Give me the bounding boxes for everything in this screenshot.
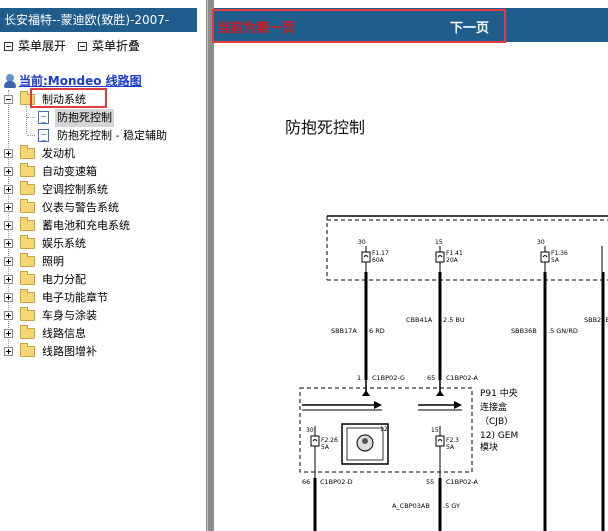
- expand-node-icon[interactable]: [4, 275, 13, 284]
- expand-icon: [4, 42, 13, 51]
- svg-text:12) GEM: 12) GEM: [480, 431, 518, 441]
- tree-folder-brake[interactable]: 制动系统: [4, 91, 204, 109]
- svg-text:66: 66: [302, 478, 310, 486]
- folder-icon: [20, 163, 35, 177]
- svg-text:SBB17A: SBB17A: [331, 327, 357, 335]
- pane-splitter[interactable]: [206, 0, 214, 531]
- collapse-node-icon[interactable]: [4, 95, 13, 104]
- folder-icon: [20, 145, 35, 159]
- fuse-f1-17: 30 F1.17 60A: [358, 239, 389, 272]
- fuse-f2-26: 30 F2.26 5A: [306, 426, 338, 478]
- folder-icon: [20, 325, 35, 339]
- collapse-icon: [78, 42, 87, 51]
- svg-text:.5 GY: .5 GY: [443, 502, 460, 510]
- svg-text:SBB36B: SBB36B: [511, 327, 537, 335]
- svg-text:A_CBP03AB: A_CBP03AB: [392, 502, 430, 510]
- document-icon: [38, 129, 49, 142]
- svg-text:SBB25B: SBB25B: [584, 316, 608, 324]
- fuse-f2-3: 15 F2.3 5A: [431, 426, 459, 478]
- svg-text:65: 65: [427, 374, 435, 382]
- svg-text:5A: 5A: [321, 444, 330, 451]
- user-icon: [4, 74, 16, 88]
- tree-toolbar: 菜单展开 菜单折叠: [0, 36, 200, 56]
- svg-text:15: 15: [435, 239, 443, 246]
- document-icon: [38, 111, 49, 124]
- svg-text:30: 30: [358, 239, 366, 246]
- svg-text:12: 12: [380, 426, 388, 433]
- svg-text:C1BP02-G: C1BP02-G: [372, 374, 405, 382]
- svg-text:模块: 模块: [480, 441, 498, 453]
- tree-item-abs-stability[interactable]: 防抱死控制 - 稳定辅助: [4, 127, 204, 145]
- svg-text:P91 中央: P91 中央: [480, 387, 518, 399]
- folder-icon: [20, 289, 35, 303]
- expand-menu-button[interactable]: 菜单展开: [4, 38, 66, 54]
- svg-text:30: 30: [306, 427, 314, 434]
- svg-text:C1BP02-D: C1BP02-D: [320, 478, 353, 486]
- folder-icon: [20, 217, 35, 231]
- wiring-diagram: 30 F1.17 60A 15 F1.41 20A 30 F1.36 5A SB…: [299, 215, 608, 531]
- folder-icon: [20, 181, 35, 195]
- svg-text:5A: 5A: [446, 444, 455, 451]
- svg-text:20A: 20A: [446, 257, 459, 264]
- svg-text:5A: 5A: [551, 257, 560, 264]
- expand-node-icon[interactable]: [4, 221, 13, 230]
- expand-node-icon[interactable]: [4, 257, 13, 266]
- svg-text:F1.17: F1.17: [372, 250, 389, 257]
- content-pane: 当前为第一页 下一页 防抱死控制 30 F1.17 60A 15 F1.41 2…: [214, 0, 608, 531]
- tree-item-abs[interactable]: 防抱死控制: [4, 109, 204, 127]
- svg-text:1: 1: [357, 374, 361, 382]
- svg-text:F2.3: F2.3: [446, 437, 459, 444]
- expand-node-icon[interactable]: [4, 149, 13, 158]
- svg-text:F1.36: F1.36: [551, 250, 568, 257]
- collapse-menu-button[interactable]: 菜单折叠: [78, 38, 140, 54]
- svg-text:6 RD: 6 RD: [369, 327, 385, 335]
- svg-text:55: 55: [426, 478, 434, 486]
- svg-text:2.5 BU: 2.5 BU: [443, 316, 465, 324]
- svg-text:F1.41: F1.41: [446, 250, 463, 257]
- svg-text:C1BP02-A: C1BP02-A: [446, 374, 479, 382]
- tree-root[interactable]: 当前:Mondeo 线路图: [4, 72, 142, 90]
- expand-node-icon[interactable]: [4, 293, 13, 302]
- svg-text:30: 30: [537, 239, 545, 246]
- svg-text:15: 15: [431, 427, 439, 434]
- folder-icon: [20, 199, 35, 213]
- folder-icon: [20, 271, 35, 285]
- folder-icon: [20, 253, 35, 267]
- svg-text:连接盒: 连接盒: [480, 401, 507, 413]
- expand-node-icon[interactable]: [4, 347, 13, 356]
- folder-icon: [20, 235, 35, 249]
- module-relay: 12: [341, 423, 389, 465]
- expand-node-icon[interactable]: [4, 185, 13, 194]
- expand-node-icon[interactable]: [4, 311, 13, 320]
- fuse-f1-36: 30 F1.36 5A: [537, 239, 568, 272]
- app-title: 长安福特--蒙迪欧(致胜)-2007-: [0, 8, 197, 32]
- expand-node-icon[interactable]: [4, 203, 13, 212]
- svg-text:F2.26: F2.26: [321, 437, 338, 444]
- expand-node-icon[interactable]: [4, 329, 13, 338]
- svg-text:C1BP02-A: C1BP02-A: [446, 478, 479, 486]
- svg-text:.5 GN/RD: .5 GN/RD: [548, 327, 578, 335]
- navigation-pane: 长安福特--蒙迪欧(致胜)-2007- 菜单展开 菜单折叠 当前:Mondeo …: [0, 0, 206, 531]
- expand-node-icon[interactable]: [4, 167, 13, 176]
- expand-node-icon[interactable]: [4, 239, 13, 248]
- folder-icon: [20, 343, 35, 357]
- svg-text:60A: 60A: [372, 257, 385, 264]
- folder-icon: [20, 307, 35, 321]
- svg-text:（CJB）: （CJB）: [480, 416, 513, 427]
- fuse-f1-41: 15 F1.41 20A: [435, 239, 463, 272]
- svg-text:CBB41A: CBB41A: [406, 316, 433, 324]
- folder-open-icon: [20, 91, 35, 105]
